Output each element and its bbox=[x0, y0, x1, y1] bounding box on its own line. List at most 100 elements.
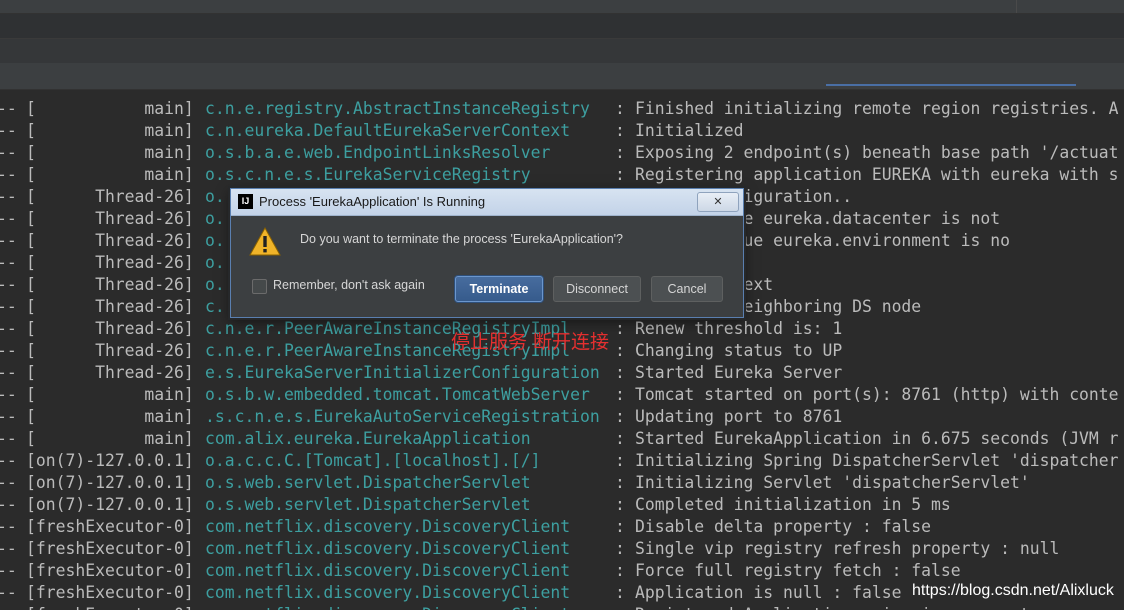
log-thread: [on(7)-127.0.0.1] bbox=[26, 495, 194, 514]
log-thread: [freshExecutor-0] bbox=[26, 561, 194, 580]
log-prefix: -- bbox=[0, 561, 17, 580]
toolbar-strip-secondary bbox=[0, 39, 1124, 63]
log-message: Started Eureka Server bbox=[635, 363, 843, 382]
log-separator: : bbox=[615, 473, 625, 492]
close-button[interactable]: ✕ bbox=[697, 192, 739, 212]
log-separator: : bbox=[615, 561, 625, 580]
log-prefix: -- bbox=[0, 187, 17, 206]
log-separator: : bbox=[615, 143, 625, 162]
log-prefix: -- bbox=[0, 165, 17, 184]
intellij-app-icon: IJ bbox=[238, 194, 253, 209]
log-thread: [ main] bbox=[26, 99, 194, 118]
log-logger[interactable]: e.s.EurekaServerInitializerConfiguration bbox=[205, 362, 600, 384]
log-thread: [on(7)-127.0.0.1] bbox=[26, 473, 194, 492]
log-logger[interactable]: o. bbox=[205, 230, 225, 252]
warning-triangle-icon bbox=[249, 226, 281, 256]
cancel-button[interactable]: Cancel bbox=[651, 276, 723, 302]
log-separator: : bbox=[615, 121, 625, 140]
log-separator: : bbox=[615, 583, 625, 602]
log-separator: : bbox=[615, 319, 625, 338]
log-logger[interactable]: com.netflix.discovery.DiscoveryClient bbox=[205, 582, 570, 604]
remember-checkbox[interactable] bbox=[252, 279, 267, 294]
log-message: Renew threshold is: 1 bbox=[635, 319, 843, 338]
log-logger[interactable]: o. bbox=[205, 186, 225, 208]
log-prefix: -- bbox=[0, 407, 17, 426]
log-logger[interactable]: com.alix.eureka.EurekaApplication bbox=[205, 428, 531, 450]
log-prefix: -- bbox=[0, 363, 17, 382]
log-logger[interactable]: com.netflix.discovery.DiscoveryClient bbox=[205, 560, 570, 582]
log-logger[interactable]: o.s.web.servlet.DispatcherServlet bbox=[205, 494, 531, 516]
log-logger[interactable]: o.a.c.c.C.[Tomcat].[localhost].[/] bbox=[205, 450, 541, 472]
log-logger[interactable]: o.s.c.n.e.s.EurekaServiceRegistry bbox=[205, 164, 531, 186]
log-thread: [freshExecutor-0] bbox=[26, 583, 194, 602]
log-thread: [ Thread-26] bbox=[26, 231, 194, 250]
log-separator: : bbox=[615, 407, 625, 426]
log-prefix: -- bbox=[0, 121, 17, 140]
log-thread: [on(7)-127.0.0.1] bbox=[26, 451, 194, 470]
toolbar-strip bbox=[0, 14, 1124, 39]
log-thread: [ main] bbox=[26, 143, 194, 162]
log-logger[interactable]: .s.c.n.e.s.EurekaAutoServiceRegistration bbox=[205, 406, 600, 428]
log-message: Changing status to UP bbox=[635, 341, 843, 360]
log-separator: : bbox=[615, 539, 625, 558]
log-message: Single vip registry refresh property : n… bbox=[635, 539, 1060, 558]
log-thread: [ main] bbox=[26, 121, 194, 140]
log-prefix: -- bbox=[0, 275, 17, 294]
watermark-url: https://blog.csdn.net/Alixluck bbox=[912, 582, 1114, 599]
log-logger[interactable]: c.n.e.registry.AbstractInstanceRegistry bbox=[205, 98, 590, 120]
log-thread: [ Thread-26] bbox=[26, 187, 194, 206]
log-message: Application is null : false bbox=[635, 583, 902, 602]
log-message: Tomcat started on port(s): 8761 (http) w… bbox=[635, 385, 1119, 404]
log-prefix: -- bbox=[0, 253, 17, 272]
window-top-bar bbox=[0, 0, 1124, 14]
log-message: Initializing Servlet 'dispatcherServlet' bbox=[635, 473, 1030, 492]
dialog-body: Do you want to terminate the process 'Eu… bbox=[231, 216, 743, 317]
log-logger[interactable]: com.netflix.discovery.DiscoveryClient bbox=[205, 604, 570, 610]
terminate-button[interactable]: Terminate bbox=[455, 276, 543, 302]
log-prefix: -- bbox=[0, 385, 17, 404]
console-output[interactable]: -- [ main] c.n.e.registry.AbstractInstance… bbox=[0, 98, 1124, 610]
log-separator: : bbox=[615, 429, 625, 448]
log-thread: [ main] bbox=[26, 429, 194, 448]
log-message: Finished initializing remote region regi… bbox=[635, 99, 1119, 118]
remember-checkbox-label[interactable]: Remember, don't ask again bbox=[273, 278, 425, 292]
log-prefix: -- bbox=[0, 209, 17, 228]
log-logger[interactable]: c. bbox=[205, 296, 225, 318]
log-logger[interactable]: com.netflix.discovery.DiscoveryClient bbox=[205, 538, 570, 560]
log-separator: : bbox=[615, 517, 625, 536]
log-message: Updating port to 8761 bbox=[635, 407, 843, 426]
dialog-title-bar[interactable]: IJ Process 'EurekaApplication' Is Runnin… bbox=[231, 189, 743, 216]
log-logger[interactable]: c.n.eureka.DefaultEurekaServerContext bbox=[205, 120, 570, 142]
log-logger[interactable]: o.s.web.servlet.DispatcherServlet bbox=[205, 472, 531, 494]
disconnect-button[interactable]: Disconnect bbox=[553, 276, 641, 302]
log-thread: [ Thread-26] bbox=[26, 341, 194, 360]
log-message: Initialized bbox=[635, 121, 744, 140]
log-prefix: -- bbox=[0, 451, 17, 470]
log-prefix: -- bbox=[0, 297, 17, 316]
log-thread: [ Thread-26] bbox=[26, 297, 194, 316]
log-prefix: -- bbox=[0, 143, 17, 162]
log-separator: : bbox=[615, 363, 625, 382]
log-prefix: -- bbox=[0, 319, 17, 338]
log-separator: : bbox=[615, 451, 625, 470]
log-separator: : bbox=[615, 604, 625, 610]
log-separator: : bbox=[615, 341, 625, 360]
log-thread: [freshExecutor-0] bbox=[26, 517, 194, 536]
terminate-process-dialog: IJ Process 'EurekaApplication' Is Runnin… bbox=[230, 188, 744, 318]
log-thread: [ main] bbox=[26, 385, 194, 404]
log-logger[interactable]: com.netflix.discovery.DiscoveryClient bbox=[205, 516, 570, 538]
log-logger[interactable]: o.s.b.a.e.web.EndpointLinksResolver bbox=[205, 142, 550, 164]
log-logger[interactable]: o. bbox=[205, 208, 225, 230]
log-prefix: -- bbox=[0, 341, 17, 360]
log-logger[interactable]: o. bbox=[205, 252, 225, 274]
log-logger[interactable]: o. bbox=[205, 274, 225, 296]
top-bar-divider bbox=[1016, 0, 1017, 13]
log-thread: [freshExecutor-0] bbox=[26, 539, 194, 558]
log-logger[interactable]: o.s.b.w.embedded.tomcat.TomcatWebServer bbox=[205, 384, 590, 406]
log-message: Disable delta property : false bbox=[635, 517, 932, 536]
log-prefix: -- bbox=[0, 495, 17, 514]
log-separator: : bbox=[615, 385, 625, 404]
log-prefix: -- bbox=[0, 539, 17, 558]
log-thread: [ Thread-26] bbox=[26, 253, 194, 272]
log-message: Started EurekaApplication in 6.675 secon… bbox=[635, 429, 1119, 448]
